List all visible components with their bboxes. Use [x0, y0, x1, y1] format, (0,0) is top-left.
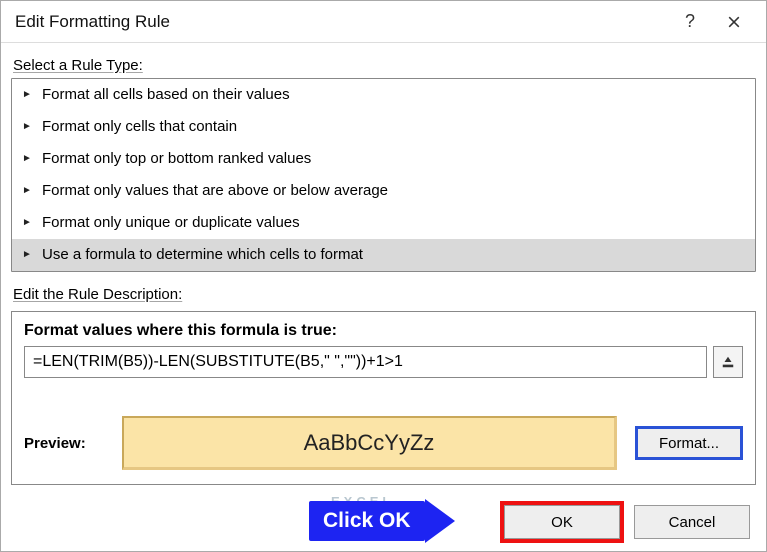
preview-label: Preview:	[24, 435, 112, 452]
annotation-callout: Click OK	[309, 499, 455, 543]
rule-type-text: Use a formula to determine which cells t…	[42, 243, 363, 267]
dialog-title: Edit Formatting Rule	[15, 12, 668, 32]
rule-type-text: Format only cells that contain	[42, 115, 237, 139]
edit-formatting-rule-dialog: Edit Formatting Rule ? Select a Rule Typ…	[0, 0, 767, 552]
collapse-dialog-icon[interactable]	[713, 346, 743, 378]
cancel-button[interactable]: Cancel	[634, 505, 750, 539]
rule-type-item[interactable]: ► Format only cells that contain	[12, 111, 755, 143]
select-rule-type-label: Select a Rule Type:	[1, 43, 766, 78]
formula-row	[24, 346, 743, 378]
format-button-label: Format...	[659, 435, 719, 452]
bullet-arrow-icon: ►	[22, 183, 34, 199]
rule-type-item[interactable]: ► Format only values that are above or b…	[12, 175, 755, 207]
edit-rule-description-label: Edit the Rule Description:	[1, 272, 766, 307]
bullet-arrow-icon: ►	[22, 215, 34, 231]
rule-type-item[interactable]: ► Format all cells based on their values	[12, 79, 755, 111]
callout-arrow-icon	[425, 499, 455, 543]
preview-row: Preview: AaBbCcYyZz Format...	[24, 416, 743, 470]
format-button[interactable]: Format...	[635, 426, 743, 460]
rule-type-item[interactable]: ► Format only unique or duplicate values	[12, 207, 755, 239]
callout-text: Click OK	[323, 509, 411, 533]
dialog-button-row: OK Cancel	[504, 505, 750, 539]
rule-type-text: Format all cells based on their values	[42, 83, 290, 107]
formula-label: Format values where this formula is true…	[24, 322, 743, 340]
preview-swatch: AaBbCcYyZz	[122, 416, 617, 470]
title-bar: Edit Formatting Rule ?	[1, 1, 766, 43]
help-icon[interactable]: ?	[668, 1, 712, 43]
close-icon[interactable]	[712, 1, 756, 43]
ok-button[interactable]: OK	[504, 505, 620, 539]
bullet-arrow-icon: ►	[22, 151, 34, 167]
formula-input[interactable]	[24, 346, 707, 378]
rule-type-text: Format only top or bottom ranked values	[42, 147, 311, 171]
rule-type-item-selected[interactable]: ► Use a formula to determine which cells…	[12, 239, 755, 271]
rule-description-box: Format values where this formula is true…	[11, 311, 756, 485]
rule-type-item[interactable]: ► Format only top or bottom ranked value…	[12, 143, 755, 175]
bullet-arrow-icon: ►	[22, 247, 34, 263]
rule-type-list[interactable]: ► Format all cells based on their values…	[11, 78, 756, 272]
ok-button-label: OK	[551, 514, 573, 531]
preview-text: AaBbCcYyZz	[304, 430, 435, 456]
bullet-arrow-icon: ►	[22, 119, 34, 135]
rule-type-text: Format only unique or duplicate values	[42, 211, 300, 235]
bullet-arrow-icon: ►	[22, 87, 34, 103]
cancel-button-label: Cancel	[669, 514, 716, 531]
rule-type-text: Format only values that are above or bel…	[42, 179, 388, 203]
